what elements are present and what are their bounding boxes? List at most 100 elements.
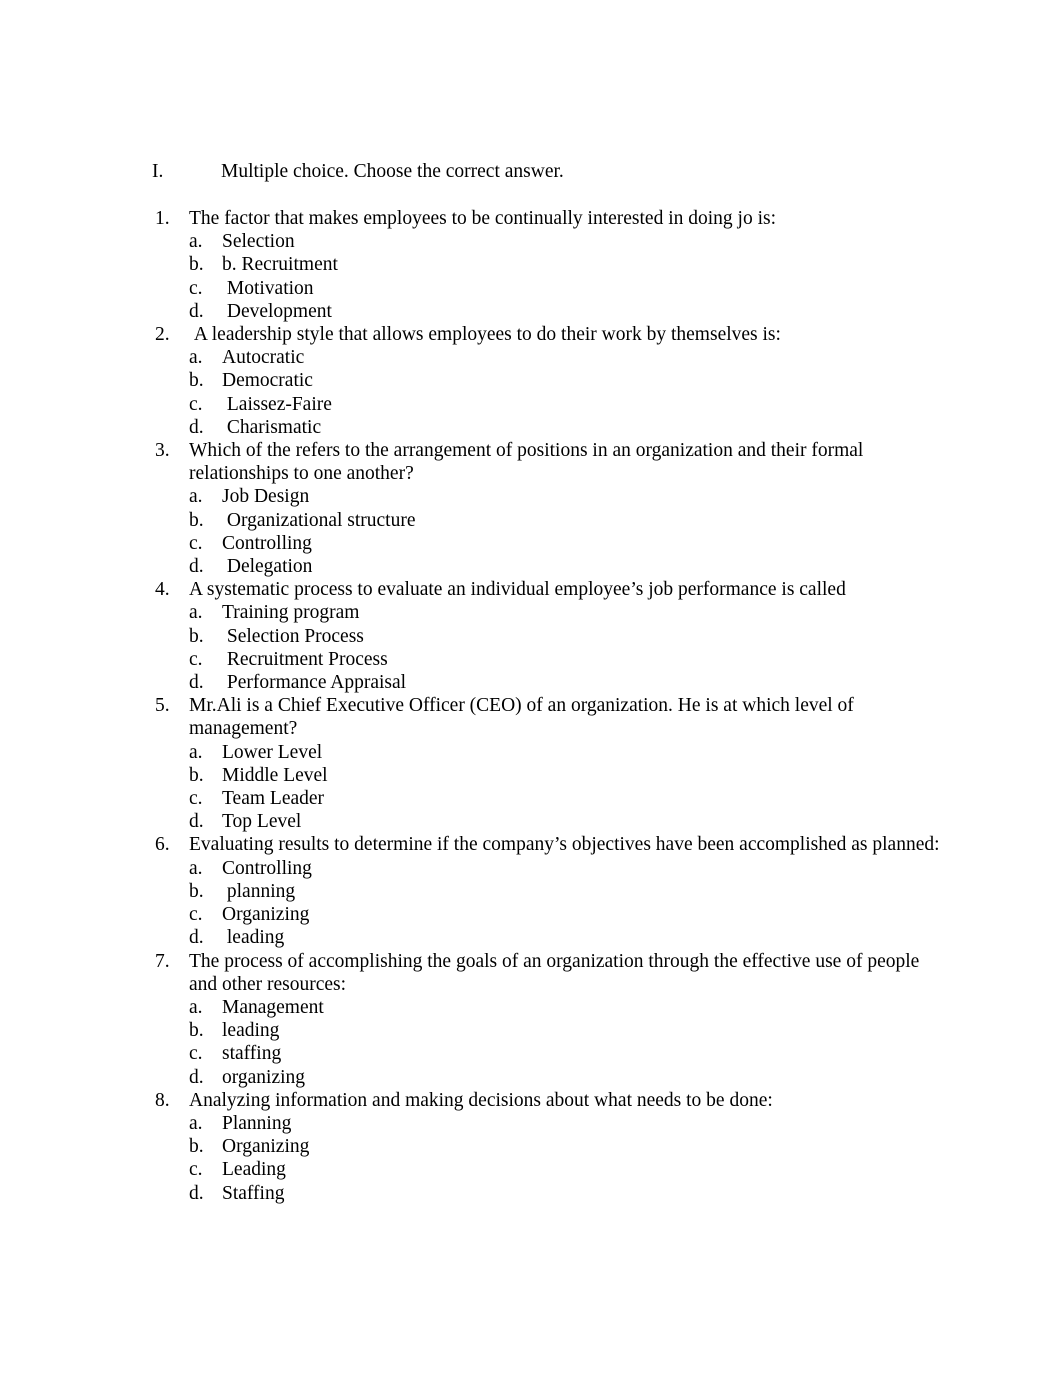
- option-item[interactable]: d. Delegation: [189, 555, 952, 578]
- option-item[interactable]: b. Organizing: [189, 1135, 952, 1158]
- question-item: 6. Evaluating results to determine if the…: [152, 833, 952, 949]
- question-number: 8.: [155, 1089, 170, 1111]
- option-text: Motivation: [222, 277, 314, 299]
- heading-spacer: [152, 183, 952, 207]
- option-text: Charismatic: [222, 416, 322, 438]
- option-letter: b.: [189, 509, 204, 531]
- option-item[interactable]: b. Middle Level: [189, 764, 952, 787]
- question-text: Analyzing information and making decisio…: [189, 1089, 773, 1111]
- option-letter: c.: [189, 393, 203, 415]
- question-text: Evaluating results to determine if the c…: [189, 834, 940, 856]
- option-item[interactable]: c. Leading: [189, 1158, 952, 1181]
- option-item[interactable]: d. organizing: [189, 1066, 952, 1089]
- option-text: planning: [222, 880, 296, 902]
- option-item[interactable]: a. Autocratic: [189, 346, 952, 369]
- option-item[interactable]: c. Recruitment Process: [189, 648, 952, 671]
- option-text: Selection: [222, 231, 295, 253]
- option-text: organizing: [222, 1066, 306, 1088]
- option-letter: b.: [189, 625, 204, 647]
- option-text: leading: [222, 927, 285, 949]
- option-item[interactable]: a. Management: [189, 996, 952, 1019]
- option-letter: d.: [189, 556, 204, 578]
- option-item[interactable]: c. Controlling: [189, 532, 952, 555]
- option-letter: c.: [189, 648, 203, 670]
- option-list: a. Selection b. b. Recruitment c. Motivation…: [189, 230, 952, 323]
- question-text: The process of accomplishing the goals o…: [189, 950, 925, 995]
- question-text: The factor that makes employees to be co…: [189, 208, 777, 229]
- question-item: 4. A systematic process to evaluate an in…: [152, 578, 952, 694]
- document-content: I. Multiple choice. Choose the correct an…: [152, 160, 952, 1205]
- option-text: Organizing: [222, 1136, 310, 1158]
- option-item[interactable]: a. Planning: [189, 1112, 952, 1135]
- option-letter: d.: [189, 811, 204, 833]
- option-letter: a.: [189, 857, 203, 879]
- option-letter: b.: [189, 1020, 204, 1042]
- option-letter: d.: [189, 672, 204, 694]
- question-list: 1. The factor that makes employees to be …: [152, 207, 952, 1205]
- option-item[interactable]: b. planning: [189, 880, 952, 903]
- option-item[interactable]: c. Organizing: [189, 903, 952, 926]
- option-text: b. Recruitment: [222, 254, 338, 276]
- question-number: 5.: [155, 695, 170, 717]
- option-text: Performance Appraisal: [222, 672, 407, 694]
- option-item[interactable]: d. Staffing: [189, 1182, 952, 1205]
- option-text: Autocratic: [222, 347, 305, 369]
- option-item[interactable]: a. Lower Level: [189, 741, 952, 764]
- question-number: 3.: [155, 440, 170, 462]
- option-letter: b.: [189, 880, 204, 902]
- option-item[interactable]: c. staffing: [189, 1042, 952, 1065]
- option-item[interactable]: c. Laissez-Faire: [189, 393, 952, 416]
- option-text: Recruitment Process: [222, 648, 388, 670]
- option-text: Laissez-Faire: [222, 393, 332, 415]
- question-number: 2.: [155, 324, 170, 346]
- option-letter: d.: [189, 416, 204, 438]
- option-item[interactable]: a. Training program: [189, 601, 952, 624]
- option-item[interactable]: b. Selection Process: [189, 625, 952, 648]
- question-number: 1.: [155, 208, 170, 229]
- option-item[interactable]: d. Charismatic: [189, 416, 952, 439]
- option-item[interactable]: b. b. Recruitment: [189, 253, 952, 276]
- question-text: Which of the refers to the arrangement o…: [189, 440, 869, 485]
- document-page: I. Multiple choice. Choose the correct an…: [0, 0, 1062, 1377]
- option-item[interactable]: a. Controlling: [189, 857, 952, 880]
- question-text: A leadership style that allows employees…: [189, 324, 781, 346]
- option-letter: a.: [189, 602, 203, 624]
- question-item: 3. Which of the refers to the arrangement…: [152, 439, 952, 578]
- option-list: a. Controlling b. planning c. Organizing d. l…: [189, 857, 952, 950]
- option-letter: c.: [189, 532, 203, 554]
- option-item[interactable]: d. Development: [189, 300, 952, 323]
- option-item[interactable]: c. Motivation: [189, 277, 952, 300]
- option-letter: c.: [189, 1159, 203, 1181]
- option-item[interactable]: c. Team Leader: [189, 787, 952, 810]
- option-text: Team Leader: [222, 788, 325, 810]
- option-letter: d.: [189, 927, 204, 949]
- option-item[interactable]: a. Job Design: [189, 485, 952, 508]
- option-text: Training program: [222, 602, 360, 624]
- option-letter: b.: [189, 1136, 204, 1158]
- option-item[interactable]: a. Selection: [189, 230, 952, 253]
- option-item[interactable]: d. leading: [189, 926, 952, 949]
- option-item[interactable]: d. Performance Appraisal: [189, 671, 952, 694]
- option-text: staffing: [222, 1043, 282, 1065]
- option-letter: b.: [189, 370, 204, 392]
- option-item[interactable]: b. leading: [189, 1019, 952, 1042]
- option-letter: c.: [189, 1043, 203, 1065]
- question-number: 4.: [155, 579, 170, 601]
- option-text: Controlling: [222, 857, 312, 879]
- question-number: 6.: [155, 834, 170, 856]
- option-text: Leading: [222, 1159, 286, 1181]
- option-letter: b.: [189, 254, 204, 276]
- option-text: Selection Process: [222, 625, 364, 647]
- option-item[interactable]: d. Top Level: [189, 810, 952, 833]
- option-item[interactable]: b. Organizational structure: [189, 509, 952, 532]
- option-letter: d.: [189, 1066, 204, 1088]
- option-text: Job Design: [222, 486, 310, 508]
- option-list: a. Management b. leading c. staffing d. organiz…: [189, 996, 952, 1089]
- question-text: Mr.Ali is a Chief Executive Officer (CEO…: [189, 695, 859, 740]
- option-list: a. Training program b. Selection Process c.…: [189, 601, 952, 694]
- option-text: Management: [222, 996, 324, 1018]
- option-letter: d.: [189, 1182, 204, 1204]
- option-item[interactable]: b. Democratic: [189, 369, 952, 392]
- option-letter: c.: [189, 904, 203, 926]
- section-roman-numeral: I.: [152, 161, 164, 182]
